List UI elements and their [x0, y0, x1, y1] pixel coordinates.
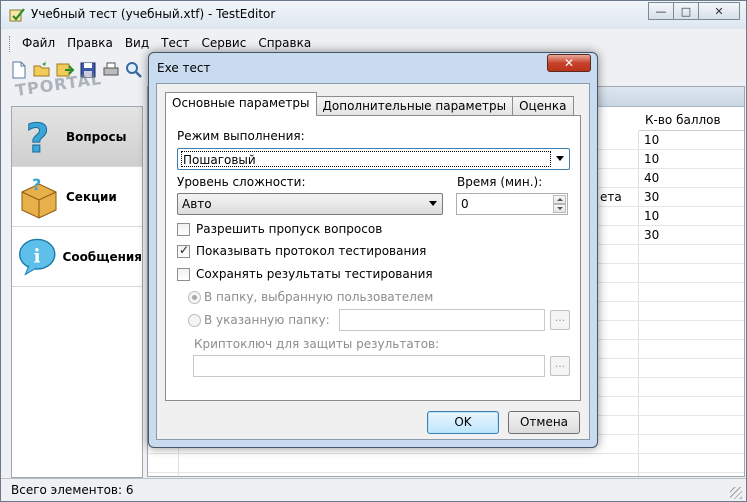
- search-icon[interactable]: [124, 60, 144, 80]
- menu-service[interactable]: Сервис: [195, 34, 252, 54]
- title-bar[interactable]: Учебный тест (учебный.xtf) - TestEditor …: [1, 1, 746, 29]
- crypto-key-browse-button[interactable]: ...: [550, 356, 570, 376]
- ok-button[interactable]: OK: [427, 411, 499, 434]
- time-label: Время (мин.):: [457, 175, 543, 189]
- dialog-title: Exe тест: [157, 61, 211, 75]
- left-nav: ? Вопросы ? Секции i Сообщения: [11, 106, 143, 478]
- points-cell: 30: [644, 190, 660, 204]
- chevron-down-icon: [556, 156, 564, 161]
- difficulty-label: Уровень сложности:: [177, 175, 306, 189]
- minimize-button[interactable]: —: [648, 2, 674, 20]
- points-cell: 30: [644, 228, 660, 242]
- close-button[interactable]: ✕: [698, 2, 740, 20]
- browse-folder-button[interactable]: ...: [550, 310, 570, 330]
- points-cell: 40: [644, 171, 660, 185]
- menu-file[interactable]: Файл: [16, 34, 61, 54]
- maximize-button[interactable]: □: [673, 2, 699, 20]
- nav-item-sections[interactable]: ? Секции: [12, 167, 142, 227]
- menu-grip: [9, 36, 12, 52]
- nav-item-questions[interactable]: ? Вопросы: [12, 107, 142, 167]
- save-results-checkbox[interactable]: [177, 268, 190, 281]
- status-text: Всего элементов: 6: [11, 483, 134, 497]
- spin-down-icon[interactable]: [553, 204, 566, 213]
- points-cell: 10: [644, 152, 660, 166]
- spin-up-icon[interactable]: [553, 195, 566, 204]
- allow-skip-label[interactable]: Разрешить пропуск вопросов: [196, 222, 382, 236]
- crypto-key-label: Криптоключ для защиты результатов:: [194, 337, 440, 351]
- exe-test-dialog: Exe тест ✕ Основные параметры Дополнител…: [148, 52, 598, 448]
- radio-specified-folder[interactable]: [188, 314, 201, 327]
- mode-label: Режим выполнения:: [177, 129, 305, 143]
- question-icon: ?: [26, 115, 50, 160]
- print-icon[interactable]: [101, 60, 121, 80]
- nav-label-messages: Сообщения: [62, 249, 142, 264]
- question-text-cell: ета: [600, 190, 622, 204]
- nav-item-messages[interactable]: i Сообщения: [12, 227, 142, 287]
- menu-help[interactable]: Справка: [252, 34, 317, 54]
- show-protocol-checkbox[interactable]: [177, 243, 190, 258]
- dialog-close-button[interactable]: ✕: [547, 54, 591, 72]
- radio-specified-folder-label[interactable]: В указанную папку:: [204, 313, 330, 327]
- show-protocol-label[interactable]: Показывать протокол тестирования: [196, 244, 426, 258]
- menu-view[interactable]: Вид: [119, 34, 155, 54]
- points-cell: 10: [644, 209, 660, 223]
- resize-grip[interactable]: [730, 487, 742, 499]
- cancel-button[interactable]: Отмена: [508, 411, 580, 434]
- status-bar: Всего элементов: 6: [1, 478, 746, 501]
- radio-user-folder-label[interactable]: В папку, выбранную пользователем: [204, 290, 433, 304]
- nav-label-questions: Вопросы: [66, 129, 127, 144]
- new-file-icon[interactable]: [9, 60, 29, 80]
- svg-text:?: ?: [32, 175, 41, 194]
- crypto-key-input[interactable]: [193, 355, 545, 377]
- tab-additional-params[interactable]: Дополнительные параметры: [315, 96, 514, 116]
- chevron-down-icon: [429, 201, 437, 206]
- allow-skip-checkbox[interactable]: [177, 223, 190, 236]
- sections-box-icon: ?: [21, 175, 57, 219]
- folder-path-input[interactable]: [339, 309, 545, 331]
- svg-text:?: ?: [26, 116, 49, 160]
- save-results-label[interactable]: Сохранять результаты тестирования: [196, 267, 433, 281]
- points-cell: 10: [644, 133, 660, 147]
- tab-panel-main: Режим выполнения: Пошаговый Уровень слож…: [165, 115, 581, 401]
- difficulty-select[interactable]: Авто: [177, 193, 443, 215]
- menu-bar: Файл Правка Вид Тест Сервис Справка: [9, 34, 317, 54]
- difficulty-select-value: Авто: [182, 197, 212, 211]
- radio-user-folder[interactable]: [188, 291, 201, 304]
- svg-text:i: i: [34, 246, 41, 267]
- tab-strip: Основные параметры Дополнительные параме…: [165, 92, 574, 116]
- window-title: Учебный тест (учебный.xtf) - TestEditor: [31, 7, 276, 21]
- tab-grading[interactable]: Оценка: [512, 96, 574, 116]
- menu-test[interactable]: Тест: [155, 34, 195, 54]
- app-logo-icon: [9, 8, 25, 22]
- table-row: [148, 454, 744, 473]
- menu-edit[interactable]: Правка: [61, 34, 119, 54]
- mode-select[interactable]: Пошаговый: [177, 148, 570, 170]
- info-bubble-icon: i: [19, 238, 56, 276]
- column-header-points[interactable]: К-во баллов: [639, 109, 744, 131]
- time-spinner[interactable]: 0: [456, 193, 568, 215]
- dialog-body: Основные параметры Дополнительные параме…: [156, 83, 590, 440]
- mode-select-value: Пошаговый: [181, 151, 551, 167]
- tab-main-params[interactable]: Основные параметры: [165, 92, 317, 116]
- time-value: 0: [461, 197, 469, 211]
- nav-label-sections: Секции: [66, 189, 117, 204]
